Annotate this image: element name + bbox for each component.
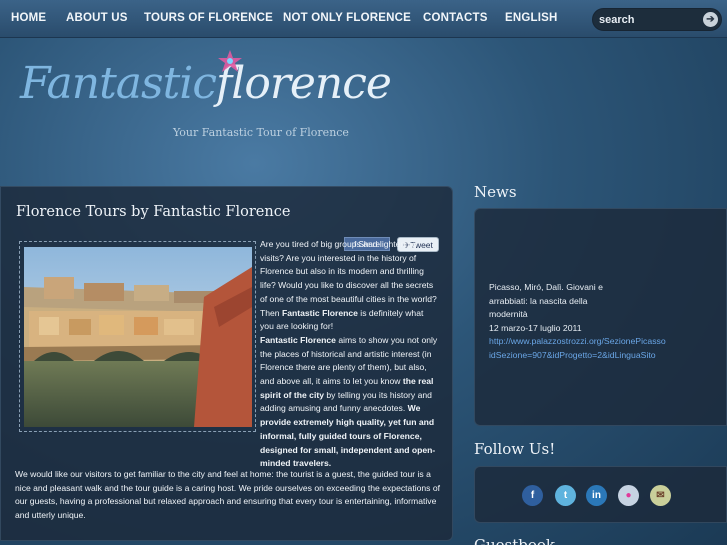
search-input[interactable]: [599, 12, 699, 28]
top-navigation: HOME ABOUT US TOURS OF FLORENCE NOT ONLY…: [0, 0, 727, 38]
logo-tagline: Your Fantastic Tour of Florence: [173, 126, 349, 139]
search-box: ➔: [592, 8, 722, 31]
follow-us-title: Follow Us!: [474, 440, 556, 458]
nav-tours-of-florence[interactable]: TOURS OF FLORENCE: [144, 12, 273, 24]
linkedin-icon[interactable]: in: [586, 485, 607, 506]
guests-text: We would like our visitors to get famili…: [15, 469, 441, 521]
nav-contacts[interactable]: CONTACTS: [423, 12, 488, 24]
page-title: Florence Tours by Fantastic Florence: [16, 204, 291, 220]
news-line: arrabbiati: la nascita della: [489, 295, 588, 306]
logo-wordmark: Fantasticflorence: [20, 58, 392, 109]
nav-about-us[interactable]: ABOUT US: [66, 12, 128, 24]
news-title: News: [474, 183, 517, 201]
email-icon[interactable]: ✉: [650, 485, 671, 506]
follow-us-panel: f t in ● ✉: [474, 466, 727, 523]
guests-paragraph: We would like our visitors to get famili…: [15, 468, 445, 523]
nav-language-english[interactable]: ENGLISH: [505, 12, 558, 24]
ponte-vecchio-photo: [24, 247, 252, 427]
news-link[interactable]: http://www.palazzostrozzi.org/SezionePic…: [489, 335, 726, 349]
intro-paragraph: Are you tired of big groups and lighteni…: [260, 238, 438, 471]
nav-home[interactable]: HOME: [11, 12, 46, 24]
flickr-icon[interactable]: ●: [618, 485, 639, 506]
site-logo[interactable]: Fantasticflorence Your Fantastic Tour of…: [20, 50, 392, 150]
guestbook-title: Guestbook: [474, 536, 555, 545]
intro-text: Are you tired of big groups and lighteni…: [260, 239, 437, 318]
facebook-icon[interactable]: f: [522, 485, 543, 506]
logo-word-fantastic: Fantastic: [20, 58, 217, 109]
ponte-vecchio-photo-frame: [19, 241, 256, 432]
brand-name-bold-2: Fantastic Florence: [260, 334, 336, 345]
news-item: Picasso, Miró, Dalì. Giovani e arrabbiat…: [489, 281, 726, 363]
search-submit-icon[interactable]: ➔: [703, 12, 718, 27]
twitter-icon[interactable]: t: [555, 485, 576, 506]
flower-logo-icon: [218, 50, 242, 72]
news-line: modernità: [489, 309, 528, 319]
nav-not-only-florence[interactable]: NOT ONLY FLORENCE: [283, 12, 411, 24]
news-panel: Picasso, Miró, Dalì. Giovani e arrabbiat…: [474, 208, 727, 426]
news-line: Picasso, Miró, Dalì. Giovani e: [489, 282, 603, 292]
brand-name-bold: Fantastic Florence: [281, 307, 358, 318]
news-date: 12 marzo-17 luglio 2011: [489, 322, 582, 333]
news-link-continued[interactable]: idSezione=907&idProgetto=2&idLinguaSito: [489, 349, 726, 363]
